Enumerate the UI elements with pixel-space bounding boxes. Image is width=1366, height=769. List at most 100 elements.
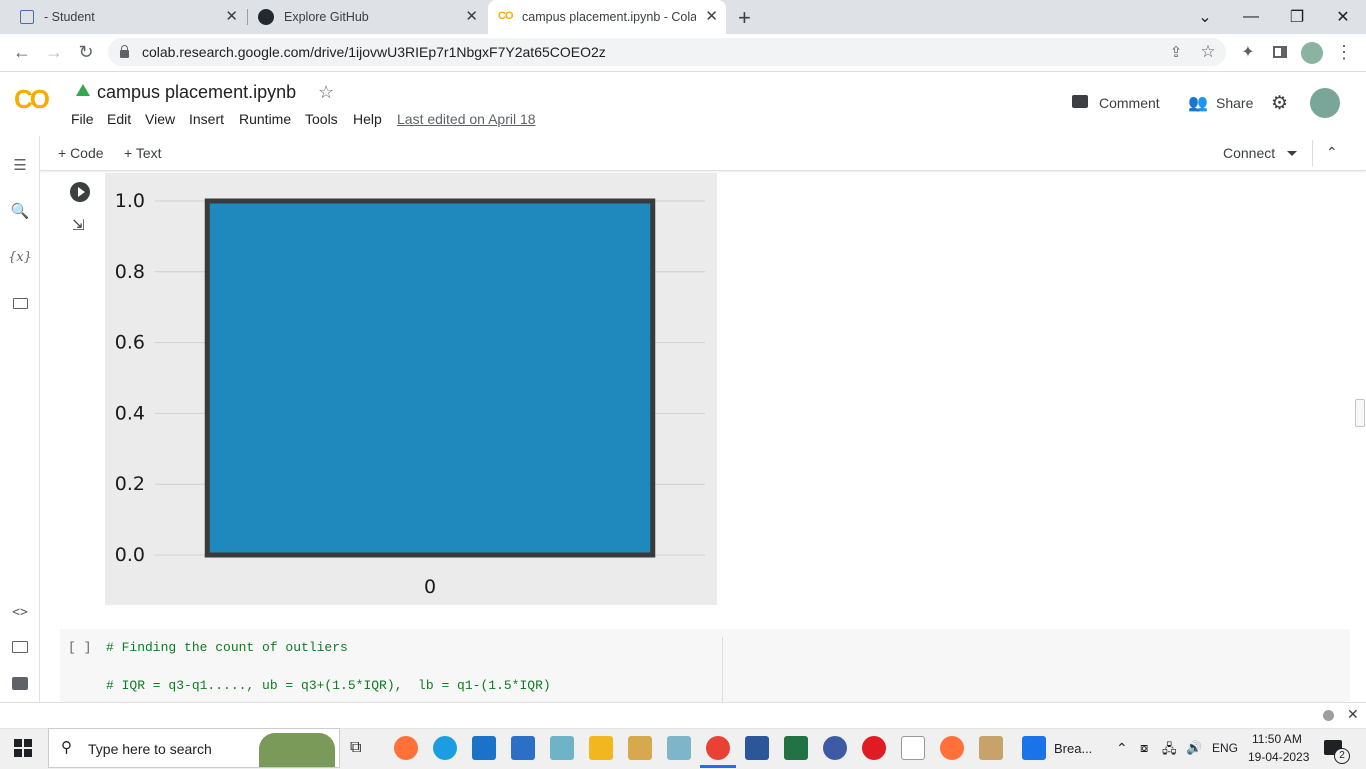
- people-icon: 👥: [1188, 95, 1208, 112]
- menu-file[interactable]: File: [71, 111, 94, 127]
- notebook-title[interactable]: campus placement.ipynb: [97, 82, 296, 103]
- menu-view[interactable]: View: [145, 111, 175, 127]
- store-icon[interactable]: [511, 736, 535, 760]
- toolbar-divider: [1312, 140, 1313, 166]
- search-icon[interactable]: 🔍: [8, 199, 32, 223]
- terminal-icon[interactable]: [8, 671, 32, 695]
- lock-icon[interactable]: [120, 50, 129, 58]
- menu-help[interactable]: Help: [353, 111, 382, 127]
- menu-runtime[interactable]: Runtime: [239, 111, 291, 127]
- comment-label: Comment: [1099, 95, 1160, 111]
- star-icon[interactable]: ☆: [318, 82, 334, 103]
- tab-label: - Student: [44, 10, 95, 24]
- comment-button[interactable]: Comment: [1068, 90, 1168, 116]
- back-icon[interactable]: ←: [10, 40, 34, 64]
- firefox-icon[interactable]: [940, 736, 964, 760]
- news-app-icon[interactable]: [1022, 736, 1046, 760]
- colab-logo[interactable]: CO: [14, 84, 50, 115]
- reload-icon[interactable]: ↻: [74, 40, 98, 64]
- y-tick-label: 0.4: [115, 402, 145, 424]
- connect-button[interactable]: Connect: [1215, 140, 1305, 166]
- student-favicon-icon: [20, 10, 34, 24]
- x-tick-label: 0: [424, 576, 436, 598]
- file-explorer-icon[interactable]: [589, 736, 613, 760]
- python-icon[interactable]: [628, 736, 652, 760]
- last-edited-link[interactable]: Last edited on April 18: [397, 111, 536, 127]
- tab-github[interactable]: Explore GitHub ✕: [248, 0, 486, 34]
- search-highlight-image: [259, 733, 335, 767]
- bookmark-star-icon[interactable]: ☆: [1196, 40, 1220, 64]
- output-actions-icon[interactable]: ⇲: [72, 216, 85, 234]
- mail-icon[interactable]: [472, 736, 496, 760]
- variables-icon[interactable]: {x}: [8, 245, 32, 269]
- command-palette-icon[interactable]: [8, 635, 32, 659]
- files-folder-icon[interactable]: [8, 291, 32, 315]
- side-panel-icon[interactable]: [1268, 40, 1292, 64]
- notepad-icon[interactable]: [901, 736, 925, 760]
- chrome-icon[interactable]: [706, 736, 730, 760]
- tray-chevron-icon[interactable]: ⌃: [1116, 740, 1128, 757]
- taskbar-app-label[interactable]: Brea...: [1054, 741, 1092, 756]
- collapse-header-icon[interactable]: ⌃: [1326, 144, 1338, 161]
- opera-icon[interactable]: [862, 736, 886, 760]
- firefox-icon[interactable]: [394, 736, 418, 760]
- window-close-icon[interactable]: ✕: [1320, 0, 1366, 34]
- menu-tools[interactable]: Tools: [305, 111, 338, 127]
- infinity-app-icon[interactable]: [823, 736, 847, 760]
- restore-icon[interactable]: ❐: [1274, 0, 1320, 34]
- menu-edit[interactable]: Edit: [107, 111, 131, 127]
- y-tick-label: 0.2: [115, 473, 145, 495]
- github-icon: [258, 9, 274, 25]
- browser-menu-icon[interactable]: ⋮: [1332, 40, 1356, 64]
- minimize-icon[interactable]: —: [1228, 0, 1274, 34]
- add-code-button[interactable]: + Code: [58, 145, 104, 161]
- user-avatar[interactable]: [1310, 88, 1340, 118]
- code-snippets-icon[interactable]: <>: [8, 600, 32, 624]
- edge-icon[interactable]: [433, 736, 457, 760]
- drive-icon[interactable]: [76, 84, 90, 96]
- new-tab-icon[interactable]: +: [738, 5, 751, 31]
- tab-student[interactable]: - Student ✕: [8, 0, 246, 34]
- code-line[interactable]: # IQR = q3-q1....., ub = q3+(1.5*IQR), l…: [106, 678, 551, 693]
- share-button[interactable]: 👥 Share: [1184, 90, 1258, 116]
- tab-search-icon[interactable]: ⌄: [1182, 0, 1228, 34]
- word-icon[interactable]: [745, 736, 769, 760]
- y-tick-label: 0.8: [115, 261, 145, 283]
- close-icon[interactable]: ✕: [225, 9, 238, 25]
- scrollbar-thumb[interactable]: [1355, 399, 1365, 427]
- profile-avatar[interactable]: [1301, 42, 1323, 64]
- settings-gear-icon[interactable]: ⚙: [1271, 92, 1288, 115]
- menu-insert[interactable]: Insert: [189, 111, 224, 127]
- extensions-icon[interactable]: ✦: [1236, 40, 1260, 64]
- notebook-toolbar: [40, 136, 1366, 171]
- volume-icon[interactable]: 🔊: [1186, 740, 1202, 756]
- excel-icon[interactable]: [784, 736, 808, 760]
- forward-icon[interactable]: →: [42, 40, 66, 64]
- close-icon[interactable]: ✕: [465, 9, 478, 25]
- app-icon[interactable]: [550, 736, 574, 760]
- search-icon: ⚲: [61, 739, 72, 756]
- cell-run-prompt[interactable]: [ ]: [68, 640, 91, 655]
- task-view-icon[interactable]: ⧉: [350, 739, 361, 757]
- url-text[interactable]: colab.research.google.com/drive/1ijovwU3…: [142, 44, 606, 60]
- taskbar-search-box[interactable]: ⚲ Type here to search: [48, 728, 340, 768]
- share-page-icon[interactable]: ⇪: [1164, 40, 1188, 64]
- windows-start-icon[interactable]: [14, 739, 32, 757]
- tray-app-icon[interactable]: ⧇: [1140, 740, 1148, 756]
- app-icon[interactable]: [667, 736, 691, 760]
- tab-label: campus placement.ipynb - Colab: [522, 10, 696, 24]
- table-of-contents-icon[interactable]: ☰: [8, 153, 32, 177]
- add-text-button[interactable]: + Text: [124, 145, 162, 161]
- status-strip: [0, 702, 1366, 729]
- clock-time[interactable]: 11:50 AM: [1252, 732, 1302, 746]
- clock-date[interactable]: 19-04-2023: [1248, 750, 1309, 764]
- tab-colab[interactable]: CO campus placement.ipynb - Colab ✕: [488, 0, 726, 34]
- notification-count-badge: 2: [1334, 748, 1350, 764]
- paint-icon[interactable]: [979, 736, 1003, 760]
- language-indicator[interactable]: ENG: [1212, 741, 1238, 755]
- status-close-icon[interactable]: ✕: [1347, 706, 1359, 723]
- code-line[interactable]: # Finding the count of outliers: [106, 640, 348, 655]
- close-icon[interactable]: ✕: [705, 9, 718, 25]
- run-cell-button[interactable]: [70, 182, 90, 202]
- network-icon[interactable]: 🖧: [1162, 740, 1177, 762]
